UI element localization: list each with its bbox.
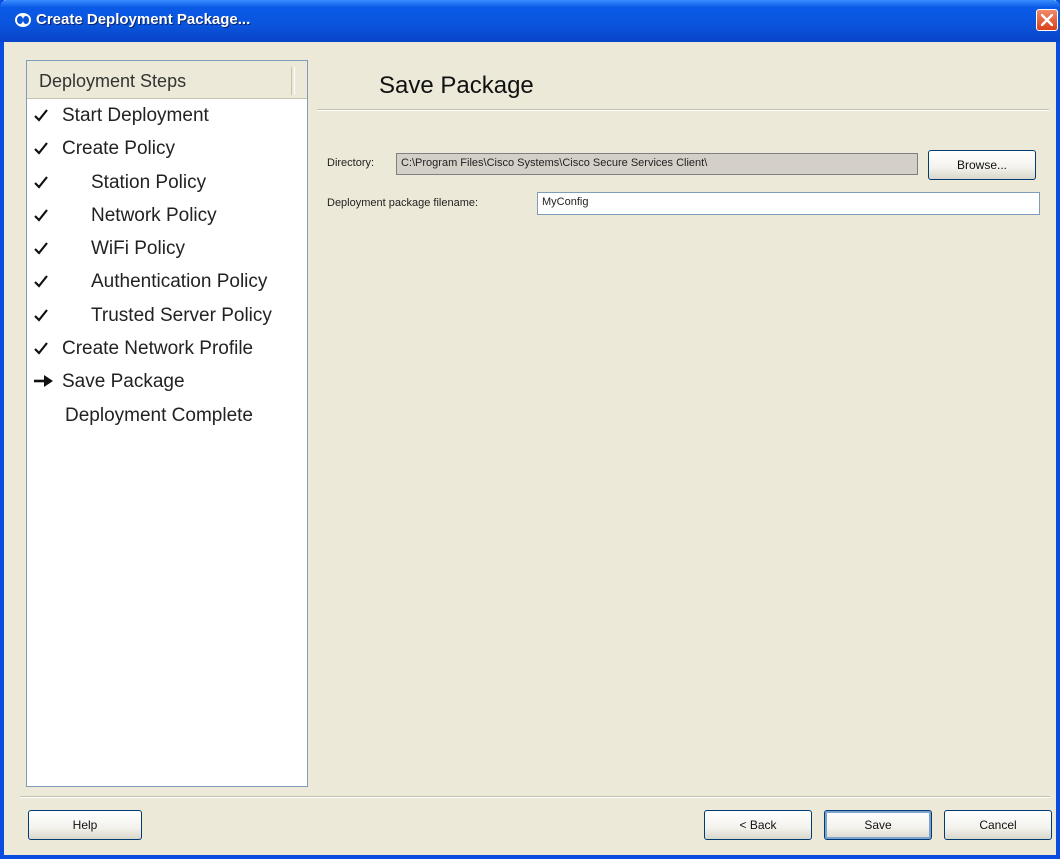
check-icon [33,240,53,260]
step-item-start-deployment: Start Deployment [27,101,307,134]
filename-label: Deployment package filename: [327,197,479,209]
step-item-create-policy: Create Policy [27,134,307,167]
create-deployment-package-dialog: Create Deployment Package... Deployment … [0,0,1060,859]
step-label: Station Policy [91,171,207,193]
directory-field: C:\Program Files\Cisco Systems\Cisco Sec… [396,153,918,175]
column-divider [291,67,295,95]
step-label: WiFi Policy [91,238,185,260]
save-button[interactable]: Save [824,810,932,840]
step-item-save-package: Save Package [27,367,307,400]
step-item-wifi-policy: WiFi Policy [27,234,307,267]
check-icon [33,174,53,194]
step-label: Deployment Complete [65,404,253,426]
step-label: Authentication Policy [91,271,268,293]
back-button[interactable]: < Back [704,810,812,840]
window-title: Create Deployment Package... [36,11,251,28]
step-item-station-policy: Station Policy [27,168,307,201]
steps-header: Deployment Steps [27,61,307,99]
close-button[interactable] [1036,9,1058,31]
help-button[interactable]: Help [28,810,142,840]
check-icon [33,140,53,160]
step-label: Create Network Profile [62,338,254,360]
step-label: Save Package [62,371,185,393]
step-item-authentication-policy: Authentication Policy [27,267,307,300]
step-item-deployment-complete: Deployment Complete [27,401,307,434]
step-label: Start Deployment [62,105,209,126]
step-label: Trusted Server Policy [91,304,272,326]
close-icon [1041,14,1053,26]
page-title: Save Package [379,72,534,99]
step-label: Create Policy [62,138,175,160]
browse-button[interactable]: Browse... [928,150,1036,180]
check-icon [33,273,53,293]
title-bar[interactable]: Create Deployment Package... [0,0,1060,42]
directory-label: Directory: [327,157,375,169]
step-item-trusted-server-policy: Trusted Server Policy [27,301,307,334]
cancel-button[interactable]: Cancel [944,810,1052,840]
check-icon [33,207,53,227]
step-item-create-network-profile: Create Network Profile [27,334,307,367]
step-label: Network Policy [91,204,217,226]
footer-divider [20,796,1050,798]
check-icon [33,307,53,327]
arrow-right-icon [33,373,53,393]
check-icon [33,340,53,360]
filename-input[interactable]: MyConfig [537,192,1040,215]
step-item-network-policy: Network Policy [27,201,307,234]
app-icon [14,12,32,28]
deployment-steps-panel: Deployment Steps Start Deployment Create … [26,60,308,787]
steps-header-label: Deployment Steps [39,71,187,91]
steps-list: Start Deployment Create Policy Station Pol… [27,101,307,434]
title-divider [317,109,1049,111]
check-icon [33,107,53,127]
